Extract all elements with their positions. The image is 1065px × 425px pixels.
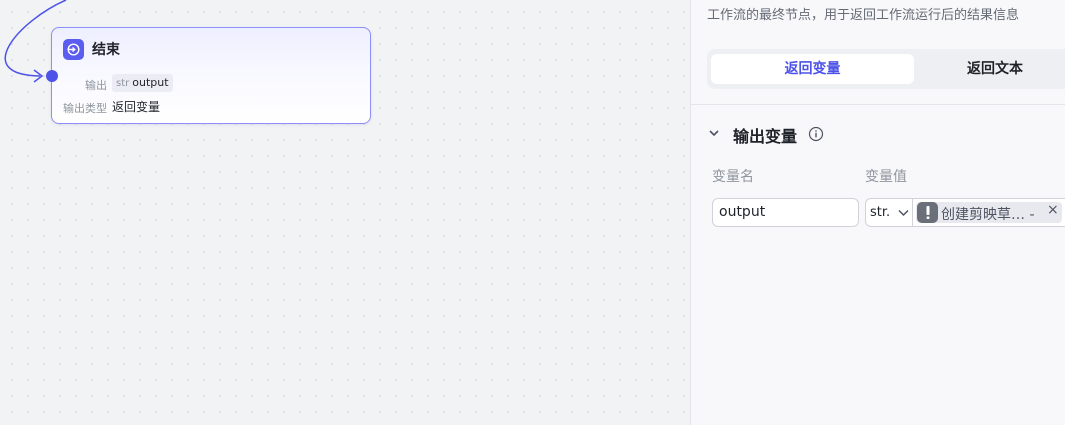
input-port[interactable] (46, 70, 58, 82)
variable-type-select[interactable]: str. (865, 198, 913, 227)
warning-icon (917, 202, 938, 223)
column-header-name: 变量名 (712, 169, 754, 185)
output-kind-label: 输出类型 (63, 102, 107, 115)
output-type: str (116, 78, 130, 89)
workflow-canvas[interactable]: 结束 输出 str output 输出类型 返回变量 (0, 0, 690, 425)
variable-reference-text: 创建剪映草… - (941, 207, 1035, 223)
variable-name-input[interactable]: output (712, 198, 859, 227)
chevron-down-icon (898, 209, 909, 217)
tab-return-text[interactable]: 返回文本 (967, 54, 1065, 84)
output-label: 输出 (85, 79, 107, 92)
column-header-value: 变量值 (865, 169, 907, 185)
output-name: output (132, 76, 169, 89)
info-icon[interactable] (808, 126, 824, 142)
close-icon[interactable]: × (1047, 202, 1059, 218)
variable-type-value: str. (870, 205, 891, 220)
chevron-down-icon[interactable] (708, 127, 720, 139)
section-title: 输出变量 (733, 127, 798, 146)
end-node-icon (63, 39, 84, 60)
node-description: 工作流的最终节点，用于返回工作流运行后的结果信息 (707, 8, 1020, 23)
return-mode-tabs: 返回变量 返回文本 (707, 49, 1065, 89)
node-title: 结束 (92, 42, 120, 58)
variable-value-field[interactable]: 创建剪映草… - × (912, 198, 1065, 227)
variable-reference-tag[interactable]: 创建剪映草… - × (916, 202, 1062, 223)
divider (691, 104, 1065, 105)
tab-return-variable[interactable]: 返回变量 (711, 54, 914, 84)
output-kind-value: 返回变量 (112, 100, 161, 114)
output-variable-tag: str output (112, 74, 173, 92)
node-config-panel: 工作流的最终节点，用于返回工作流运行后的结果信息 返回变量 返回文本 输出变量 … (690, 0, 1065, 425)
end-node[interactable]: 结束 输出 str output 输出类型 返回变量 (51, 27, 371, 124)
